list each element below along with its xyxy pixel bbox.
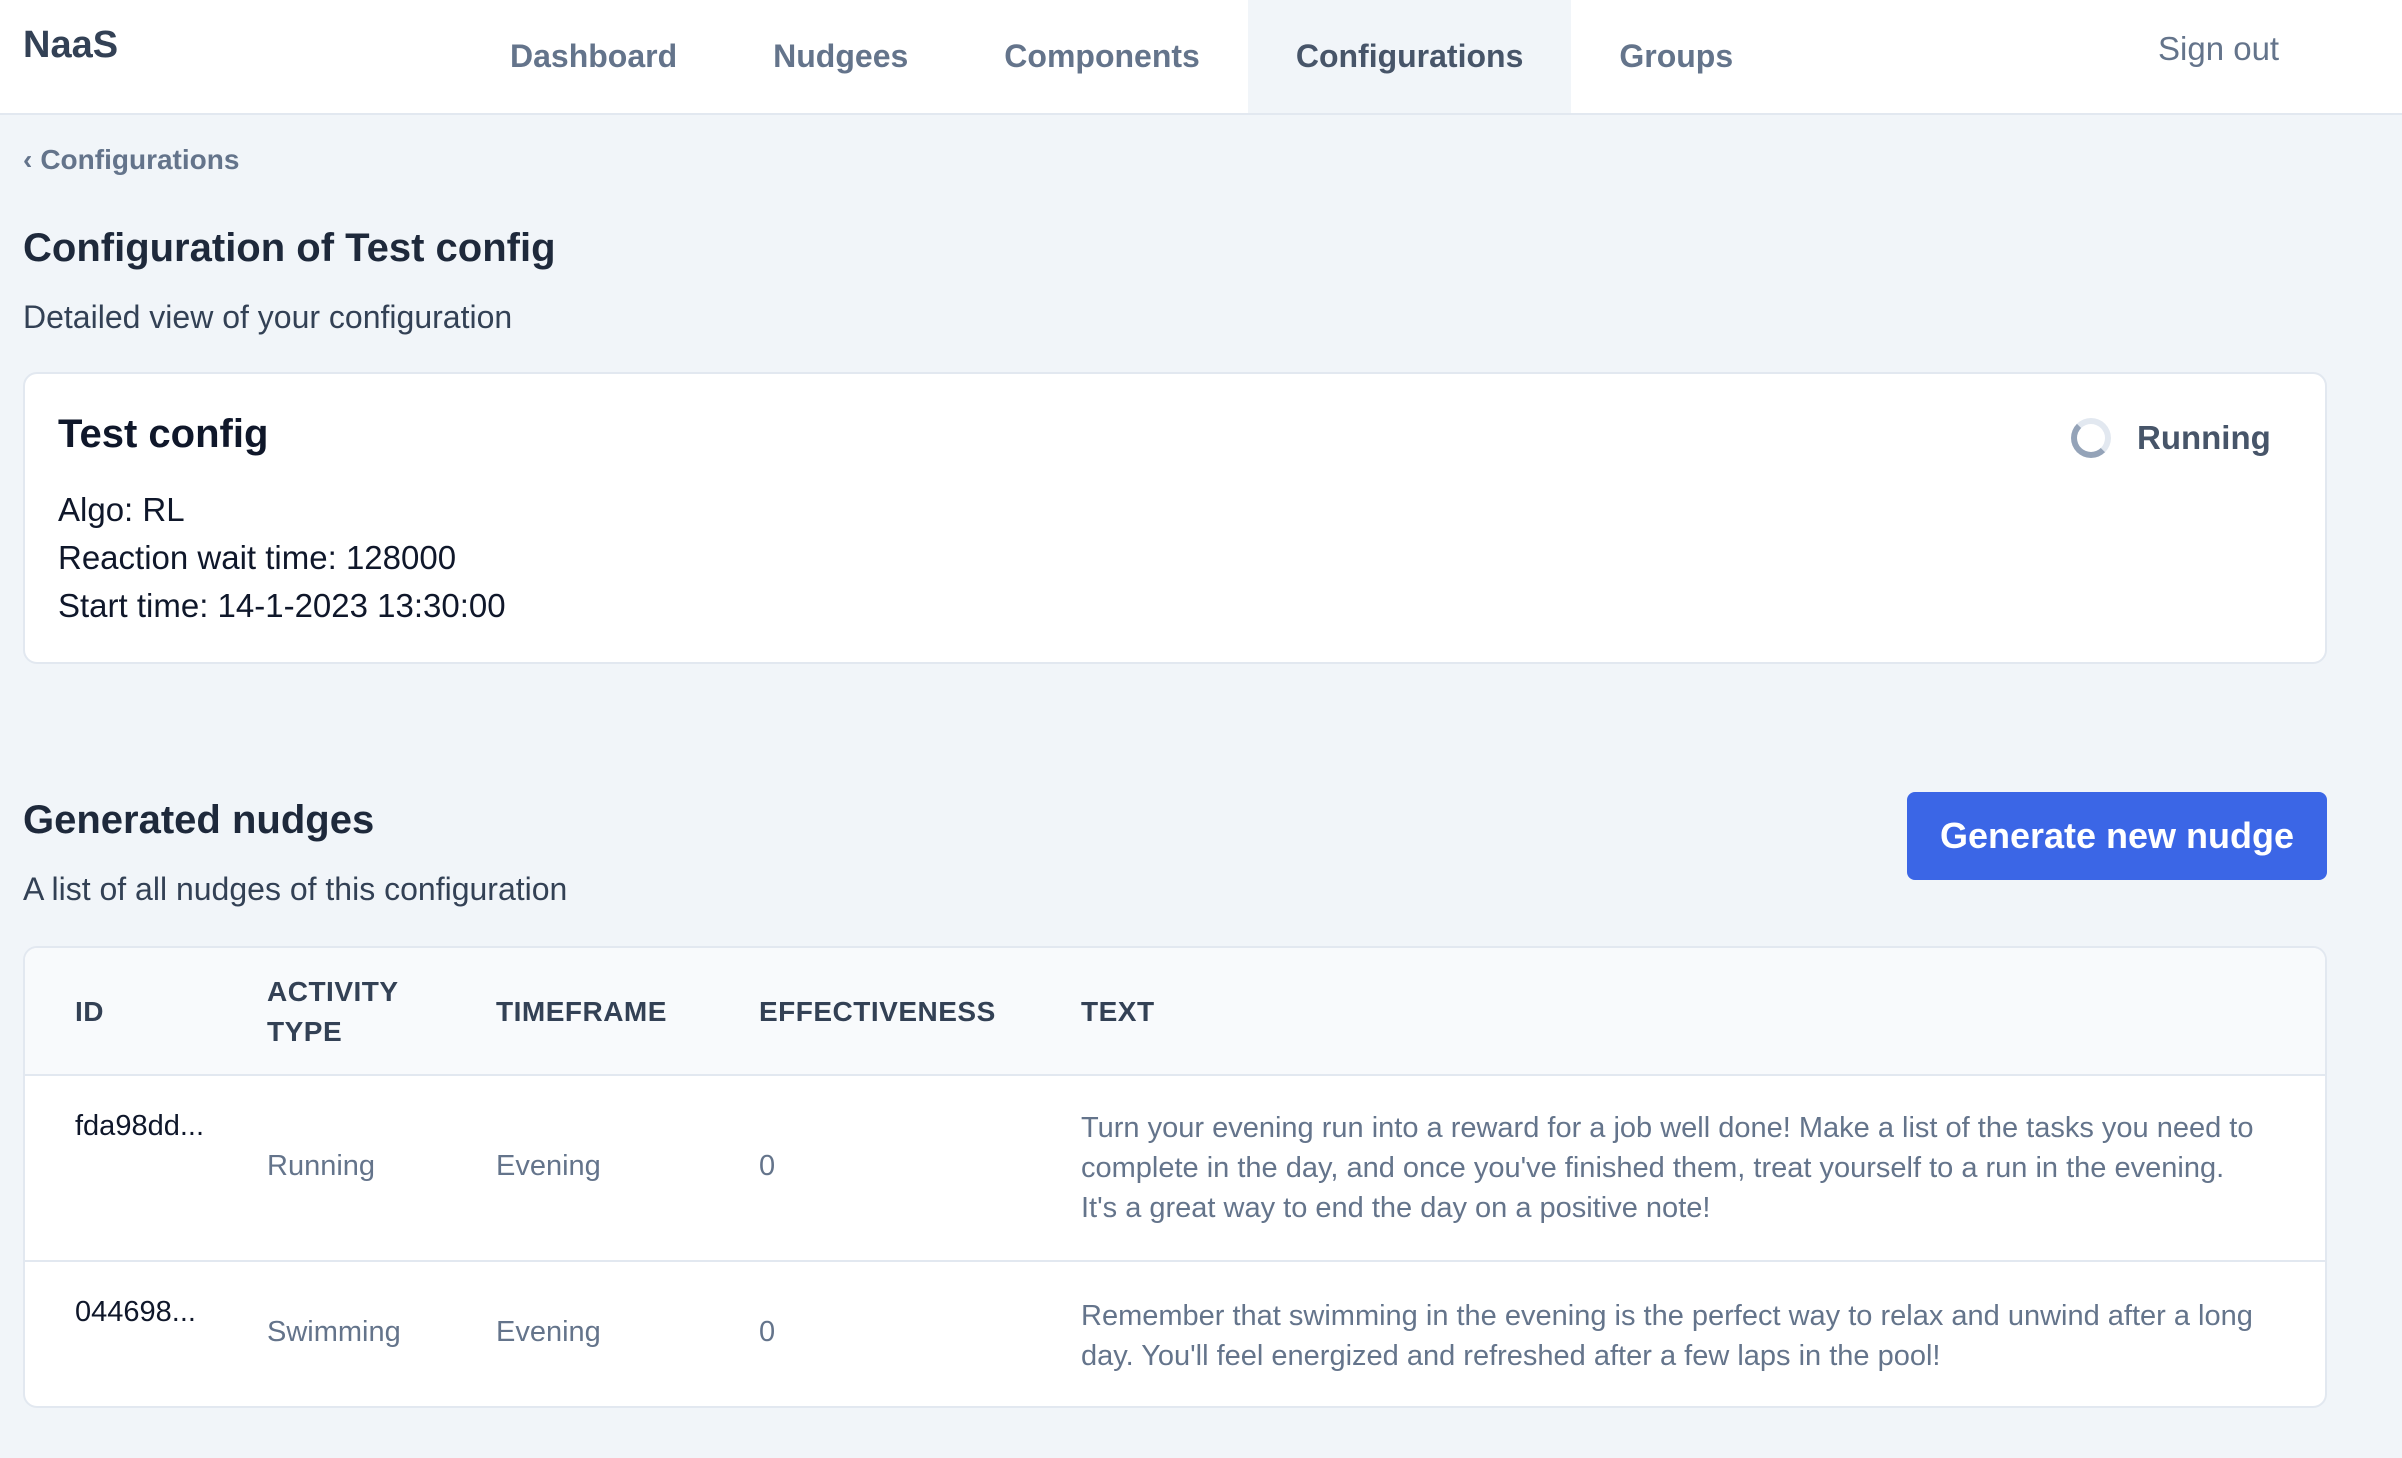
nav-dashboard[interactable]: Dashboard [462,0,725,113]
table-row[interactable]: fda98dd... Running Evening 0 Turn your e… [25,1076,2325,1262]
nav-configurations[interactable]: Configurations [1247,0,1572,113]
cell-timeframe: Evening [496,1150,601,1182]
top-navbar: NaaS Dashboard Nudgees Components Config… [0,0,2402,115]
table-row[interactable]: 044698... Swimming Evening 0 Remember th… [25,1262,2325,1406]
cell-effectiveness: 0 [759,1150,776,1182]
main-nav: Dashboard Nudgees Components Configurati… [462,0,1781,113]
nav-nudgees[interactable]: Nudgees [725,0,956,113]
nudges-subtitle: A list of all nudges of this configurati… [23,871,568,907]
page-subtitle: Detailed view of your configuration [23,299,513,335]
config-algo: Algo: RL [58,491,185,528]
spinner-icon [2071,418,2111,458]
col-header-activity-line2: TYPE [267,1016,343,1047]
col-header-text: TEXT [1081,996,1155,1027]
nav-components[interactable]: Components [956,0,1248,113]
nav-groups[interactable]: Groups [1571,0,1781,113]
nudges-table: ID ACTIVITY TYPE TIMEFRAME EFFECTIVENESS… [23,946,2327,1408]
breadcrumb-back-link[interactable]: ‹ Configurations [23,144,239,176]
table-header: ID ACTIVITY TYPE TIMEFRAME EFFECTIVENESS… [25,948,2325,1076]
col-header-effectiveness: EFFECTIVENESS [759,996,996,1027]
status-indicator: Running [2071,418,2271,458]
cell-timeframe: Evening [496,1316,601,1348]
col-header-id: ID [75,996,104,1027]
cell-id: fda98dd... [75,1110,204,1142]
config-card: Test config Algo: RL Reaction wait time:… [23,372,2327,664]
cell-text: Turn your evening run into a reward for … [1081,1112,2254,1224]
config-wait-time: Reaction wait time: 128000 [58,539,457,576]
status-label: Running [2137,419,2271,456]
cell-activity: Swimming [267,1316,401,1348]
col-header-activity-type: ACTIVITY TYPE [267,948,399,1076]
breadcrumb-label: Configurations [40,144,240,175]
generate-nudge-button[interactable]: Generate new nudge [1907,792,2327,880]
config-start-time: Start time: 14-1-2023 13:30:00 [58,587,506,624]
config-name: Test config [58,412,269,456]
chevron-left-icon: ‹ [23,144,33,175]
cell-effectiveness: 0 [759,1316,776,1348]
col-header-activity-line1: ACTIVITY [267,976,399,1007]
cell-activity: Running [267,1150,376,1182]
nudges-title: Generated nudges [23,798,375,842]
cell-text: Remember that swimming in the evening is… [1081,1300,2253,1372]
brand-logo[interactable]: NaaS [23,24,118,67]
page-title: Configuration of Test config [23,226,556,270]
col-header-timeframe: TIMEFRAME [496,996,667,1027]
sign-out-link[interactable]: Sign out [2158,30,2279,68]
cell-id: 044698... [75,1296,196,1328]
